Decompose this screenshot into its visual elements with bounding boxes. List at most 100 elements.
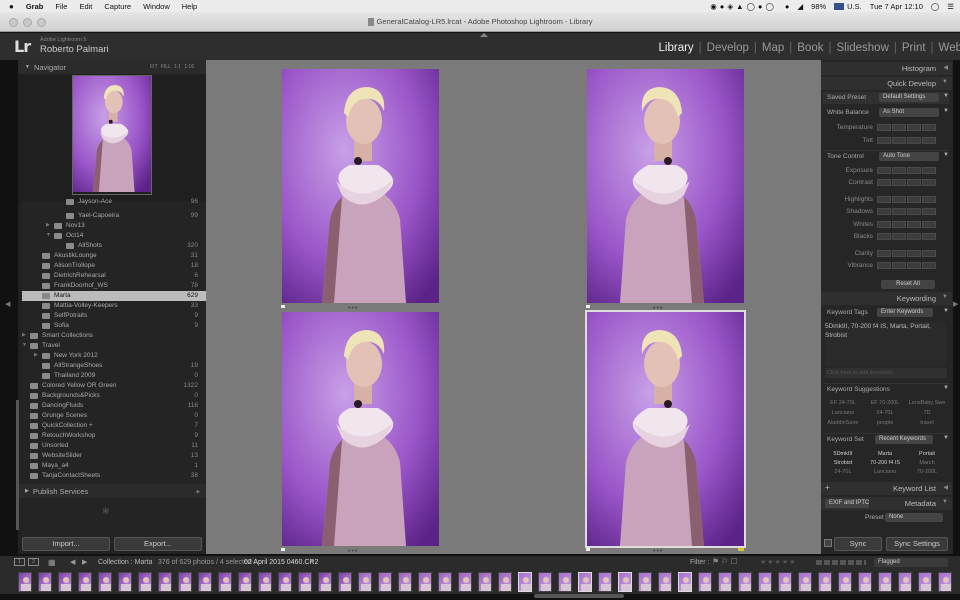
sync-button[interactable]: Sync bbox=[834, 537, 882, 551]
folder-row[interactable]: Backgrounds&Picks 0 bbox=[22, 391, 206, 401]
folder-row[interactable]: Grunge Scenes 0 bbox=[22, 411, 206, 421]
filmstrip-thumbnail[interactable] bbox=[738, 572, 752, 592]
white-balance-dropdown[interactable]: As Shot bbox=[879, 108, 939, 117]
adjust-stepper-button[interactable] bbox=[907, 250, 921, 257]
star-rating-filter-icon[interactable]: ★★★★★ bbox=[760, 558, 796, 566]
keywording-header[interactable]: Keywording ▼ bbox=[821, 292, 952, 305]
adjust-stepper-button[interactable] bbox=[907, 179, 921, 186]
filmstrip-thumbnail[interactable] bbox=[678, 572, 692, 592]
filmstrip-thumbnail[interactable] bbox=[498, 572, 512, 592]
tone-control-arrow-icon[interactable]: ▼ bbox=[943, 152, 949, 158]
keyword-set-item[interactable]: Portait bbox=[907, 451, 947, 457]
folder-row[interactable]: ▶ New York 2012 bbox=[22, 351, 206, 361]
filmstrip-thumbnail[interactable] bbox=[878, 572, 892, 592]
menu-help[interactable]: Help bbox=[182, 2, 197, 11]
add-keywords-field[interactable]: Click here to add keywords bbox=[825, 368, 947, 378]
folder-row[interactable]: Unsorted 11 bbox=[22, 441, 206, 451]
forward-arrow-icon[interactable]: ▶ bbox=[82, 558, 87, 566]
keyword-set-item[interactable]: 24-70L bbox=[823, 469, 863, 475]
menu-grab[interactable]: Grab bbox=[26, 2, 44, 11]
second-window-2-icon[interactable]: 2 bbox=[28, 558, 39, 566]
adjust-stepper-button[interactable] bbox=[892, 196, 906, 203]
filmstrip-thumbnail[interactable] bbox=[298, 572, 312, 592]
adjust-stepper-button[interactable] bbox=[907, 124, 921, 131]
folder-expand-icon[interactable]: ▶ bbox=[22, 332, 26, 338]
clock[interactable]: Tue 7 Apr 12:10 bbox=[870, 2, 923, 11]
source-collection[interactable]: Collection : Marta bbox=[98, 559, 152, 566]
filmstrip-thumbnail[interactable] bbox=[518, 572, 532, 592]
adjust-stepper-button[interactable] bbox=[907, 167, 921, 174]
adjust-stepper-button[interactable] bbox=[877, 250, 891, 257]
adjust-stepper-button[interactable] bbox=[922, 124, 936, 131]
filmstrip-thumbnail[interactable] bbox=[198, 572, 212, 592]
white-balance-arrow-icon[interactable]: ▼ bbox=[943, 108, 949, 114]
publish-services-header[interactable]: ▶ Publish Services + bbox=[18, 484, 206, 498]
histogram-expand-icon[interactable]: ◀ bbox=[943, 64, 948, 71]
filmstrip-thumbnail[interactable] bbox=[38, 572, 52, 592]
filmstrip-thumbnail[interactable] bbox=[438, 572, 452, 592]
filmstrip-thumbnail[interactable] bbox=[378, 572, 392, 592]
flag-filter-icons[interactable]: ⚑⚐☐ bbox=[712, 557, 740, 566]
keyword-set-item[interactable]: March bbox=[907, 460, 947, 466]
folder-row[interactable]: QuickCollection + 7 bbox=[22, 421, 206, 431]
filmstrip-thumbnail[interactable] bbox=[78, 572, 92, 592]
adjust-stepper-button[interactable] bbox=[892, 250, 906, 257]
zoom-fit[interactable]: FIT bbox=[150, 64, 157, 70]
folder-expand-icon[interactable]: ▼ bbox=[22, 342, 27, 348]
folder-row[interactable]: ▶ Nov13 bbox=[22, 221, 206, 231]
collapse-top-panel-icon[interactable] bbox=[480, 33, 488, 37]
filmstrip-thumbnail[interactable] bbox=[558, 572, 572, 592]
navigator-collapse-icon[interactable]: ▼ bbox=[25, 64, 30, 70]
saved-preset-dropdown[interactable]: Default Settings bbox=[879, 93, 939, 102]
keyword-set-item[interactable]: Lanciano bbox=[865, 469, 905, 475]
grid-view-icon[interactable]: ▦ bbox=[48, 558, 56, 567]
folder-row[interactable]: Maya_a4 1 bbox=[22, 461, 206, 471]
metadata-header[interactable]: EXIF and IPTC Metadata ▼ bbox=[821, 497, 952, 510]
grid-photo-4[interactable] bbox=[585, 310, 746, 548]
keyword-set-dropdown[interactable]: Recent Keywords bbox=[875, 435, 933, 444]
keywording-collapse-icon[interactable]: ▼ bbox=[942, 294, 948, 300]
adjust-stepper-button[interactable] bbox=[922, 167, 936, 174]
left-panel-scrollbar[interactable] bbox=[16, 400, 19, 530]
flag-badge-icon[interactable] bbox=[738, 548, 744, 551]
adjust-stepper-button[interactable] bbox=[892, 167, 906, 174]
filmstrip-thumbnail[interactable] bbox=[258, 572, 272, 592]
navigator-header[interactable]: ▼ Navigator FIT FILL 1:1 1:16 bbox=[18, 60, 206, 74]
status-icons[interactable]: ◉●◈▲◯●◯ bbox=[710, 2, 777, 11]
module-library[interactable]: Library bbox=[659, 42, 694, 54]
reset-all-button[interactable]: Reset All bbox=[881, 280, 935, 289]
adjust-stepper-button[interactable] bbox=[877, 167, 891, 174]
folder-row[interactable]: RetouchWorkshop 9 bbox=[22, 431, 206, 441]
adjust-stepper-button[interactable] bbox=[892, 179, 906, 186]
selected-filename[interactable]: 02 April 2015 0460.CR2 bbox=[244, 559, 318, 566]
keyword-suggestion[interactable]: people bbox=[865, 420, 905, 426]
module-web[interactable]: Web bbox=[939, 42, 960, 54]
adjust-stepper-button[interactable] bbox=[922, 221, 936, 228]
folder-row[interactable]: Thailand 2009 0 bbox=[22, 371, 206, 381]
folder-row[interactable]: DietrichRehearsal 6 bbox=[22, 271, 206, 281]
adjust-stepper-button[interactable] bbox=[892, 208, 906, 215]
filmstrip-thumbnail[interactable] bbox=[858, 572, 872, 592]
filmstrip-thumbnail[interactable] bbox=[658, 572, 672, 592]
back-arrow-icon[interactable]: ◀ bbox=[70, 558, 75, 566]
zoom-window-icon[interactable] bbox=[37, 18, 46, 27]
menu-file[interactable]: File bbox=[55, 2, 67, 11]
filmstrip-thumbnail[interactable] bbox=[598, 572, 612, 592]
adjust-stepper-button[interactable] bbox=[907, 208, 921, 215]
filmstrip-thumbnail[interactable] bbox=[358, 572, 372, 592]
adjust-stepper-button[interactable] bbox=[877, 221, 891, 228]
battery-percent[interactable]: 98% bbox=[811, 2, 826, 11]
folder-row[interactable]: ▼ Travel bbox=[22, 341, 206, 351]
keyword-suggestion[interactable]: EF 70-200L bbox=[865, 400, 905, 406]
grid-photo-3[interactable] bbox=[282, 312, 439, 546]
filmstrip-thumbnail[interactable] bbox=[318, 572, 332, 592]
keyword-list-expand-icon[interactable]: ◀ bbox=[943, 484, 948, 491]
keywords-textarea[interactable]: 5DmkIII, 70-200 f4 IS, Marta, Portait, S… bbox=[825, 322, 947, 366]
folder-row[interactable]: DancingFluids 116 bbox=[22, 401, 206, 411]
filmstrip-scrollbar[interactable] bbox=[534, 594, 624, 598]
filmstrip-thumbnail[interactable] bbox=[938, 572, 952, 592]
saved-preset-arrow-icon[interactable]: ▼ bbox=[943, 93, 949, 99]
adjust-stepper-button[interactable] bbox=[892, 233, 906, 240]
filmstrip-thumbnail[interactable] bbox=[698, 572, 712, 592]
adjust-stepper-button[interactable] bbox=[877, 233, 891, 240]
